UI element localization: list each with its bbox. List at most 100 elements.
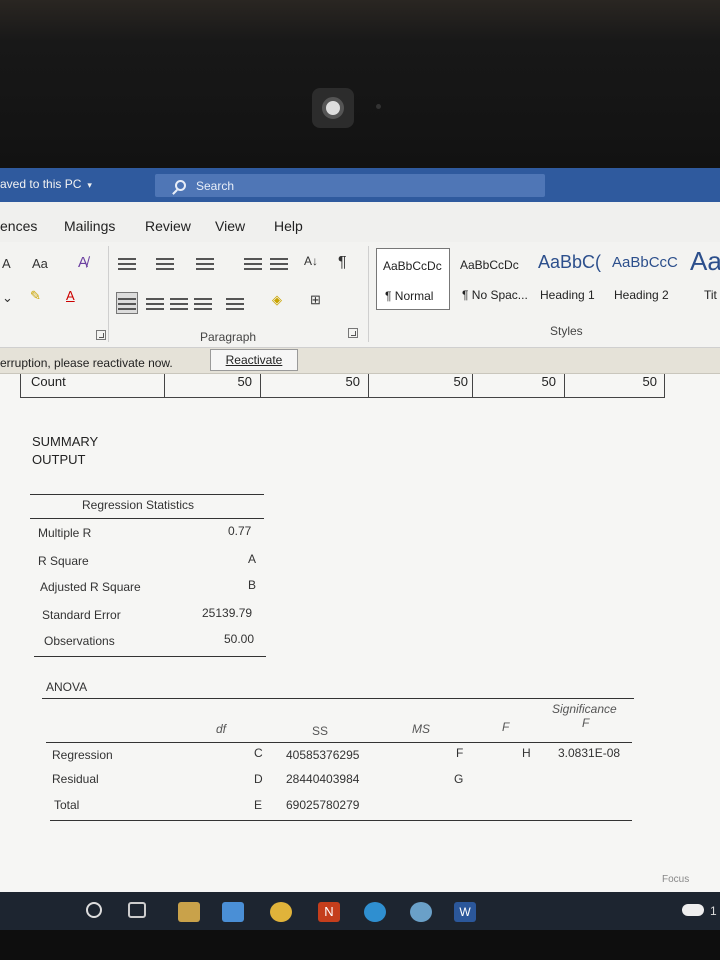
highlighter-icon[interactable]: ✎ — [30, 288, 41, 304]
grow-font-button[interactable]: A — [2, 256, 11, 271]
anova-header-ms: MS — [412, 722, 430, 736]
style-preview: AaBbC( — [538, 252, 602, 272]
anova-cell-f: H — [522, 746, 531, 760]
onenote-icon[interactable]: N — [318, 902, 340, 922]
count-label: Count — [31, 374, 66, 389]
style-heading-2[interactable]: AaBbCcC Heading 2 — [606, 248, 682, 310]
focus-mode-label[interactable]: Focus — [662, 874, 689, 885]
anova-cell-ss: 28440403984 — [286, 772, 360, 786]
style-name: ¶ Normal — [385, 289, 434, 303]
style-no-spacing[interactable]: AaBbCcDc ¶ No Spac... — [454, 248, 530, 310]
table-rule — [30, 518, 264, 519]
font-dialog-launcher-icon[interactable] — [96, 330, 106, 340]
show-formatting-marks-icon[interactable]: ¶ — [338, 254, 347, 272]
search-placeholder: Search — [196, 178, 235, 193]
anova-row-label: Residual — [52, 772, 99, 786]
onedrive-icon[interactable] — [682, 904, 704, 916]
anova-cell-ms: F — [456, 746, 464, 760]
style-name: ¶ No Spac... — [462, 288, 528, 302]
anova-header-significance: Significance — [552, 702, 617, 716]
edge-icon[interactable] — [364, 902, 386, 922]
tab-references[interactable]: ences — [0, 218, 37, 234]
ribbon: A Aa A̸ ⌄ ✎ A A↓ ¶ ◈ ⊞ Paragraph AaBbCcD… — [0, 242, 720, 348]
line-spacing-icon[interactable] — [226, 296, 244, 312]
cortana-icon[interactable] — [86, 902, 102, 918]
borders-icon[interactable]: ⊞ — [310, 292, 321, 308]
tray-clock[interactable]: 1 — [710, 904, 717, 918]
numbering-icon[interactable] — [156, 256, 174, 272]
style-preview: AaBbCcC — [612, 254, 678, 271]
bullets-icon[interactable] — [118, 256, 136, 272]
count-value: 50 — [453, 374, 468, 389]
task-view-icon[interactable] — [128, 902, 146, 918]
align-left-icon — [118, 296, 136, 312]
anova-row-label: Total — [54, 798, 80, 812]
count-cell: 50 — [565, 374, 665, 397]
stat-label: R Square — [38, 554, 89, 568]
activation-notice-bar: erruption, please reactivate now. Reacti… — [0, 348, 720, 374]
screen: aved to this PC ▾ Search ences Mailings R… — [0, 168, 720, 930]
anova-cell-ms: G — [454, 772, 464, 786]
style-name: Tit — [704, 288, 717, 302]
style-preview: AaBbCcDc — [383, 259, 442, 273]
webcam-led — [376, 104, 381, 109]
tab-mailings[interactable]: Mailings — [64, 218, 115, 234]
tab-view[interactable]: View — [215, 218, 245, 234]
save-status[interactable]: aved to this PC ▾ — [0, 177, 92, 191]
paragraph-dialog-launcher-icon[interactable] — [348, 328, 358, 338]
taskbar: N W 1 — [0, 892, 720, 930]
count-value: 50 — [541, 374, 556, 389]
anova-header-df: df — [216, 722, 227, 736]
anova-header-ss: SS — [312, 724, 329, 738]
table-rule — [50, 820, 632, 821]
tab-review[interactable]: Review — [145, 218, 191, 234]
file-explorer-icon[interactable] — [178, 902, 200, 922]
word-icon[interactable]: W — [454, 902, 476, 922]
stat-value: 25139.79 — [202, 606, 253, 620]
anova-title: ANOVA — [46, 680, 88, 694]
document-page[interactable]: Count 50 50 50 50 50 SUMMARY OUTPUT Regr… — [0, 374, 720, 914]
search-box[interactable]: Search — [155, 174, 545, 197]
style-preview: AaBbCcDc — [460, 258, 519, 272]
table-rule — [34, 656, 266, 657]
mail-icon[interactable] — [222, 902, 244, 922]
style-title[interactable]: Aa Tit — [684, 246, 720, 310]
align-right-icon[interactable] — [170, 296, 188, 312]
regression-stats-title: Regression Statistics — [82, 498, 195, 512]
multilevel-list-icon[interactable] — [196, 256, 214, 272]
stat-value: 0.77 — [228, 524, 252, 538]
shading-icon[interactable]: ◈ — [272, 292, 282, 308]
style-heading-1[interactable]: AaBbC( Heading 1 — [532, 248, 606, 310]
summary-title-line-1: SUMMARY — [32, 434, 99, 449]
count-value: 50 — [345, 374, 360, 389]
stat-value: A — [248, 552, 257, 566]
chrome-icon[interactable] — [270, 902, 292, 922]
anova-row-label: Regression — [52, 748, 113, 762]
anova-header-significance-f: F — [582, 716, 590, 730]
anova-cell-significance: 3.0831E-08 — [558, 746, 621, 760]
style-normal[interactable]: AaBbCcDc ¶ Normal — [376, 248, 450, 310]
decrease-indent-icon[interactable] — [244, 256, 262, 272]
anova-cell-df: D — [254, 772, 263, 786]
monitor-bezel-top — [0, 0, 720, 168]
table-rule — [30, 494, 264, 495]
sort-icon[interactable]: A↓ — [304, 254, 318, 268]
anova-cell-ss: 40585376295 — [286, 748, 360, 762]
reactivate-button[interactable]: Reactivate — [210, 349, 298, 371]
count-value: 50 — [642, 374, 657, 389]
summary-title-line-2: OUTPUT — [32, 452, 86, 467]
increase-indent-icon[interactable] — [270, 256, 288, 272]
anova-cell-df: C — [254, 746, 263, 760]
font-color-button[interactable]: A — [66, 288, 75, 303]
app-icon[interactable] — [410, 902, 432, 922]
count-cell: 50 — [473, 374, 565, 397]
text-effects-icon[interactable]: ⌄ — [2, 290, 13, 306]
justify-icon[interactable] — [194, 296, 212, 312]
stat-label: Adjusted R Square — [40, 580, 141, 594]
tab-help[interactable]: Help — [274, 218, 303, 234]
styles-group-label: Styles — [550, 324, 583, 338]
clear-formatting-icon[interactable]: A̸ — [78, 254, 88, 271]
align-center-icon[interactable] — [146, 296, 164, 312]
monitor-bezel-bottom — [0, 930, 720, 960]
change-case-button[interactable]: Aa — [32, 256, 48, 271]
